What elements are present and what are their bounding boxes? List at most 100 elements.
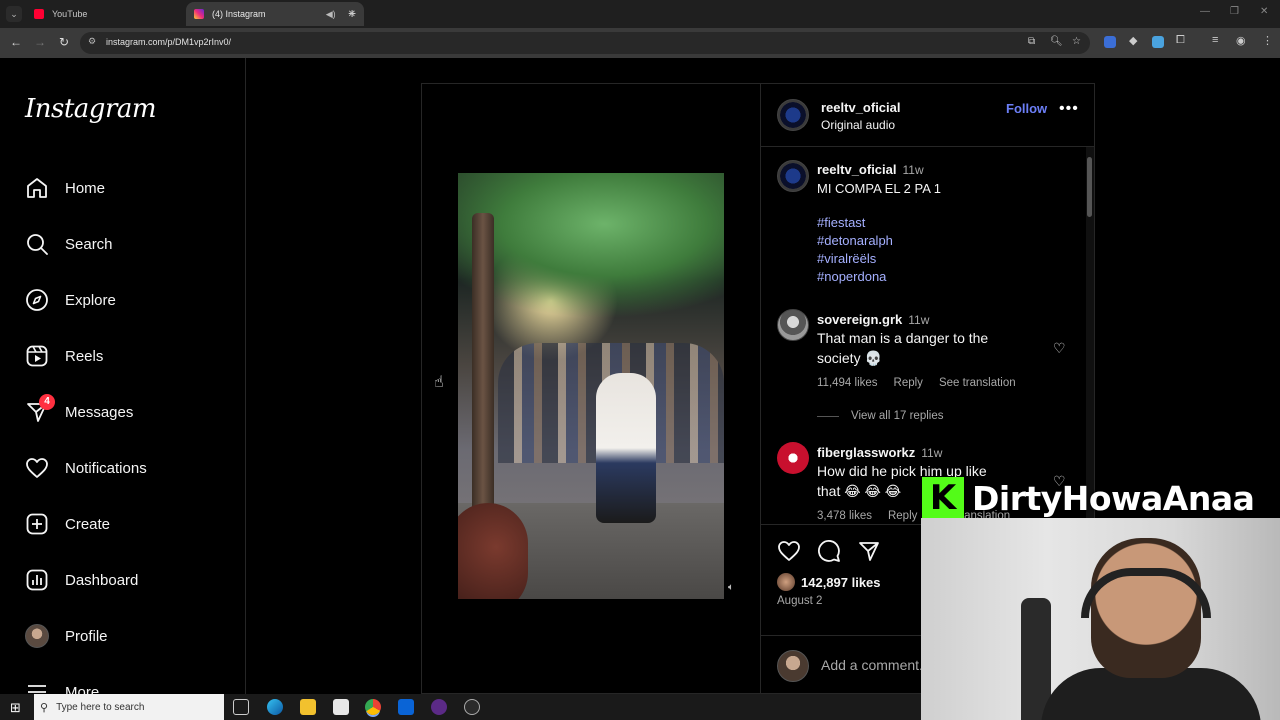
- bookmark-star-icon[interactable]: ☆: [1072, 36, 1081, 47]
- nav-label: Reels: [65, 347, 104, 365]
- reply-button[interactable]: Reply: [888, 510, 917, 522]
- view-replies[interactable]: View all 17 replies: [817, 410, 943, 422]
- hashtag-link[interactable]: #detonaralph: [817, 233, 893, 248]
- reading-list-icon[interactable]: ≡: [1212, 34, 1218, 46]
- nav-label: Profile: [65, 627, 108, 645]
- file-explorer-icon[interactable]: [300, 699, 316, 715]
- home-icon: [25, 176, 49, 200]
- site-info-icon[interactable]: ⚙: [88, 36, 96, 47]
- extensions-puzzle-icon[interactable]: ⧠: [1176, 34, 1185, 47]
- profile-icon[interactable]: ◉: [1236, 34, 1246, 47]
- replies-divider: [817, 415, 839, 417]
- comment-text: that 😂 😂 😂: [817, 483, 902, 499]
- avatar[interactable]: [777, 442, 809, 474]
- likes-summary[interactable]: 142,897 likes: [777, 573, 881, 591]
- reel-video[interactable]: [458, 173, 724, 599]
- browser-tab-strip: ⌄ YouTube ✕ (4) Instagram ◀) ✕ + — ❐ ✕: [0, 0, 1280, 28]
- hashtag-link[interactable]: #fiestast: [817, 215, 865, 230]
- post-header: reeltv_oficial Original audio Follow •••: [761, 84, 1095, 147]
- forward-icon[interactable]: →: [32, 35, 48, 49]
- caption-header: reeltv_oficial 11w: [817, 161, 924, 179]
- stream-watermark: K DirtyHowaAnaa: [922, 474, 1280, 522]
- extension-icon[interactable]: [1152, 36, 1164, 48]
- translate-extension-icon[interactable]: [1104, 36, 1116, 48]
- url-text[interactable]: instagram.com/p/DM1vp2rInv0/: [106, 37, 231, 47]
- nav-messages[interactable]: 4 Messages: [25, 394, 133, 426]
- avatar[interactable]: [777, 309, 809, 341]
- comment-likes[interactable]: 3,478 likes: [817, 510, 872, 522]
- comment-icon[interactable]: [817, 539, 841, 568]
- app-icon[interactable]: [431, 699, 447, 715]
- task-view-icon[interactable]: [233, 699, 249, 715]
- comment-likes[interactable]: 11,494 likes: [817, 377, 878, 389]
- taskbar-search[interactable]: ⚲ Type here to search: [34, 694, 224, 720]
- outlook-icon[interactable]: [398, 699, 414, 715]
- back-icon[interactable]: ←: [8, 35, 24, 49]
- share-icon[interactable]: [857, 539, 881, 568]
- instagram-sidebar: Instagram Home Search Explore Reels 4 Me…: [0, 58, 246, 701]
- minimize-icon[interactable]: —: [1200, 6, 1210, 17]
- nav-dashboard[interactable]: Dashboard: [25, 566, 138, 594]
- hashtag-link[interactable]: #noperdona: [817, 269, 886, 284]
- follow-button[interactable]: Follow: [1006, 101, 1047, 116]
- zoom-icon[interactable]: 🔍︎: [1050, 36, 1063, 47]
- close-window-icon[interactable]: ✕: [1260, 6, 1268, 17]
- address-bar[interactable]: ⚙ instagram.com/p/DM1vp2rInv0/ ⧉ 🔍︎ ☆: [80, 32, 1090, 54]
- comments-scrollbar[interactable]: [1086, 147, 1094, 524]
- nav-label: Search: [65, 235, 113, 253]
- comment-username[interactable]: sovereign.grk: [817, 312, 902, 327]
- scrollbar-thumb[interactable]: [1087, 157, 1092, 217]
- post-media[interactable]: 🔈︎: [422, 84, 760, 693]
- nav-label: Dashboard: [65, 571, 139, 589]
- nav-reels[interactable]: Reels: [25, 342, 103, 370]
- chrome-icon[interactable]: [365, 699, 381, 715]
- install-app-icon[interactable]: ⧉: [1028, 36, 1035, 47]
- comment-header: fiberglassworkz 11w: [817, 444, 942, 462]
- browser-menu-icon[interactable]: ⋮: [1262, 34, 1273, 47]
- nav-home[interactable]: Home: [25, 174, 105, 202]
- avatar[interactable]: [777, 99, 809, 131]
- comment-meta: 11,494 likes Reply See translation: [817, 377, 1032, 389]
- comment-username[interactable]: fiberglassworkz: [817, 445, 915, 460]
- caption-username[interactable]: reeltv_oficial: [817, 162, 897, 177]
- taskbar-search-placeholder[interactable]: Type here to search: [56, 702, 144, 713]
- more-options-icon[interactable]: •••: [1059, 100, 1079, 118]
- hashtag-link[interactable]: #viralrëëls: [817, 251, 876, 266]
- reload-icon[interactable]: ↻: [56, 35, 72, 49]
- audio-link[interactable]: Original audio: [821, 118, 895, 132]
- store-icon[interactable]: [333, 699, 349, 715]
- kick-logo-icon: K: [922, 477, 964, 519]
- comment-input[interactable]: Add a comment...: [821, 657, 931, 673]
- reels-icon: [25, 344, 49, 368]
- post-author-username[interactable]: reeltv_oficial: [821, 100, 901, 115]
- see-translation-button[interactable]: See translation: [939, 377, 1016, 389]
- speaker-icon[interactable]: ◀): [326, 9, 336, 20]
- like-comment-icon[interactable]: ♡: [1053, 340, 1066, 357]
- profile-avatar-wrap: [25, 624, 49, 648]
- mute-icon[interactable]: 🔈︎: [728, 582, 734, 593]
- maximize-icon[interactable]: ❐: [1230, 6, 1239, 17]
- avatar[interactable]: [777, 160, 809, 192]
- view-replies-label[interactable]: View all 17 replies: [851, 410, 943, 422]
- tab-instagram[interactable]: (4) Instagram ◀) ✕: [186, 2, 364, 26]
- nav-create[interactable]: Create: [25, 510, 110, 538]
- caption-time: 11w: [902, 163, 924, 177]
- nav-notifications[interactable]: Notifications: [25, 454, 147, 482]
- nav-label: Explore: [65, 291, 116, 309]
- reply-button[interactable]: Reply: [894, 377, 923, 389]
- obs-icon[interactable]: [464, 699, 480, 715]
- search-icon: ⚲: [40, 701, 49, 714]
- new-tab-button[interactable]: +: [348, 5, 356, 21]
- tab-search-button[interactable]: ⌄: [6, 6, 22, 22]
- nav-profile[interactable]: Profile: [25, 622, 108, 650]
- likes-count[interactable]: 142,897 likes: [801, 575, 881, 590]
- nav-explore[interactable]: Explore: [25, 286, 116, 314]
- extension-diamond-icon[interactable]: ◆: [1129, 34, 1137, 47]
- instagram-logo[interactable]: Instagram: [25, 94, 157, 124]
- nav-search[interactable]: Search: [25, 230, 113, 258]
- windows-start-icon[interactable]: ⊞: [10, 700, 21, 716]
- plus-square-icon: [25, 512, 49, 536]
- like-icon[interactable]: [777, 539, 801, 568]
- edge-icon[interactable]: [267, 699, 283, 715]
- tab-youtube[interactable]: YouTube ✕: [26, 2, 204, 26]
